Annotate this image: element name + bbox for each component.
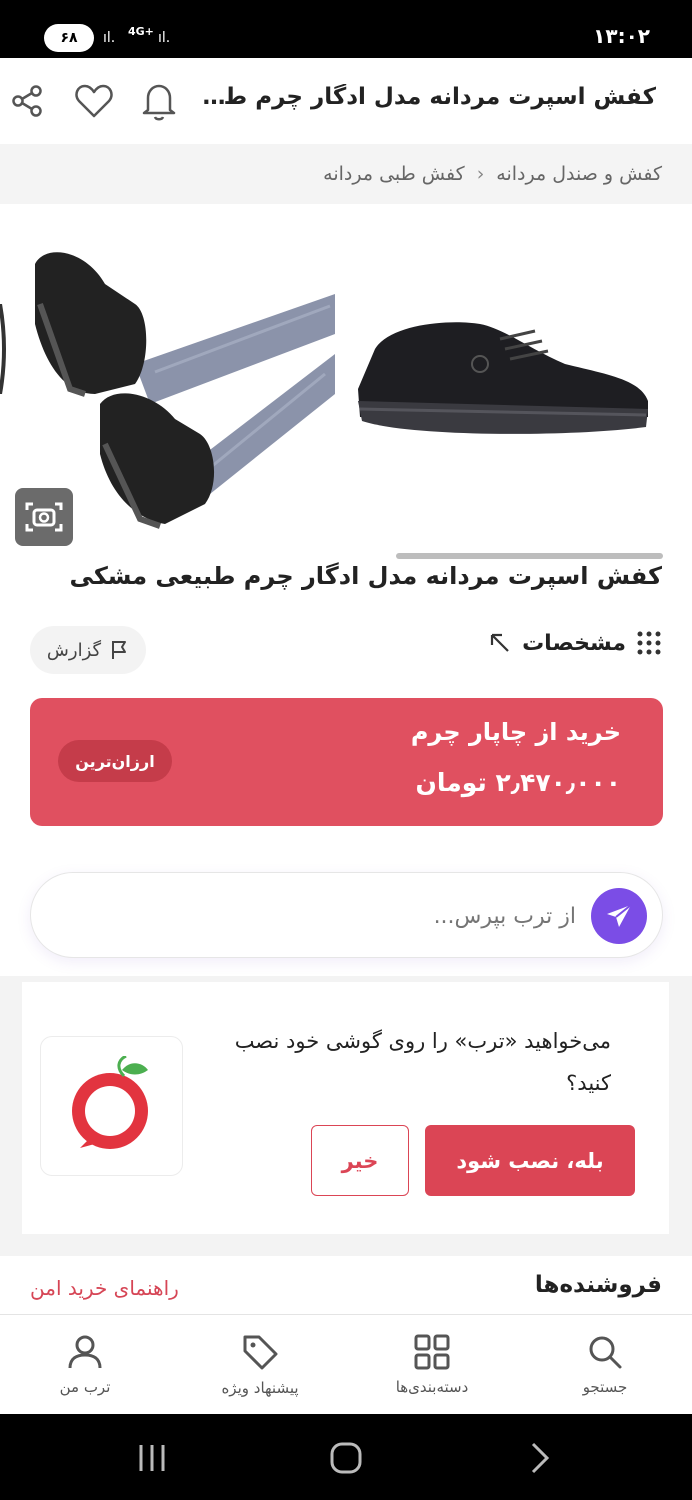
user-icon: [68, 1335, 102, 1369]
sellers-header: فروشنده‌ها راهنمای خرید امن: [0, 1262, 692, 1314]
product-image-worn[interactable]: [25, 244, 337, 534]
nav-special-offers[interactable]: پیشنهاد ویژه: [195, 1315, 325, 1415]
categories-icon: [414, 1334, 450, 1370]
send-icon: [607, 904, 632, 927]
install-no-button[interactable]: خیر: [311, 1125, 409, 1196]
product-title: کفش اسپرت مردانه مدل ادگار چرم طبیعی مشک…: [69, 562, 662, 590]
install-prompt-card: می‌خواهید «ترب» را روی گوشی خود نصب کنید…: [22, 982, 669, 1234]
nav-profile-label: ترب من: [59, 1378, 111, 1396]
bell-icon[interactable]: [138, 80, 180, 122]
report-button[interactable]: گزارش: [30, 626, 146, 674]
nav-categories-label: دسته‌بندی‌ها: [395, 1378, 469, 1396]
chevron-left-icon: ‹: [476, 163, 485, 185]
share-icon[interactable]: [6, 80, 48, 122]
grid-dots-icon: [637, 631, 661, 655]
nav-search-label: جستجو: [582, 1378, 628, 1396]
tag-icon: [243, 1335, 278, 1370]
battery-indicator: ۶۸: [44, 24, 94, 52]
ask-input[interactable]: [126, 873, 576, 959]
buy-price: ۲٫۴۷۰٫۰۰۰ تومان: [415, 768, 621, 797]
search-icon: [589, 1336, 622, 1369]
product-image-main[interactable]: [350, 309, 655, 444]
torob-logo: [40, 1036, 183, 1176]
heart-icon[interactable]: [73, 80, 115, 122]
recent-apps-icon[interactable]: [130, 1436, 174, 1480]
buy-store-label: خرید از چاپار چرم: [410, 718, 621, 746]
safe-purchase-guide-link[interactable]: راهنمای خرید امن: [30, 1276, 179, 1300]
specs-link[interactable]: مشخصات: [488, 630, 662, 656]
app-header: کفش اسپرت مردانه مدل ادگار چرم طبیعی مشک…: [0, 58, 692, 144]
breadcrumb: کفش و صندل مردانه ‹ کفش طبی مردانه: [0, 144, 692, 204]
signal-icon-2: ıl.: [158, 30, 171, 46]
ask-box: [30, 872, 663, 959]
breadcrumb-item-mens-shoes[interactable]: کفش و صندل مردانه: [496, 163, 662, 185]
bottom-navigation: جستجو دسته‌بندی‌ها پیشنهاد ویژه ترب من: [0, 1314, 692, 1414]
back-icon[interactable]: [518, 1436, 562, 1480]
sellers-title: فروشنده‌ها: [534, 1272, 662, 1298]
expand-arrow-icon: [490, 633, 509, 652]
breadcrumb-item-medical-shoes[interactable]: کفش طبی مردانه: [323, 163, 465, 185]
gallery-scroll-indicator: [396, 553, 663, 559]
nav-categories[interactable]: دسته‌بندی‌ها: [367, 1315, 497, 1415]
buy-offer-card[interactable]: خرید از چاپار چرم ۲٫۴۷۰٫۰۰۰ تومان ارزان‌…: [30, 698, 663, 826]
report-label: گزارش: [46, 639, 102, 661]
nav-special-offers-label: پیشنهاد ویژه: [221, 1379, 299, 1397]
home-icon[interactable]: [324, 1436, 368, 1480]
system-navigation-bar: [0, 1414, 692, 1500]
network-type: 4G+: [128, 25, 154, 38]
camera-search-icon[interactable]: [15, 488, 73, 546]
signal-icon: ıl.: [103, 30, 116, 46]
install-message: می‌خواهید «ترب» را روی گوشی خود نصب کنید…: [234, 1029, 611, 1095]
status-bar: ۶۸ ıl. 4G+ ıl. ۱۳:۰۲: [0, 0, 692, 58]
send-button[interactable]: [591, 888, 647, 944]
nav-search[interactable]: جستجو: [540, 1315, 670, 1415]
status-time: ۱۳:۰۲: [593, 24, 650, 48]
header-title: کفش اسپرت مردانه مدل ادگار چرم طبیعی مشک…: [196, 84, 656, 110]
install-yes-button[interactable]: بله، نصب شود: [425, 1125, 635, 1196]
gallery-partial-image: [0, 304, 6, 394]
nav-profile[interactable]: ترب من: [20, 1315, 150, 1415]
flag-icon: [112, 641, 127, 659]
cheapest-badge: ارزان‌ترین: [58, 740, 172, 782]
product-gallery[interactable]: [0, 204, 692, 554]
specs-label: مشخصات: [522, 630, 626, 656]
